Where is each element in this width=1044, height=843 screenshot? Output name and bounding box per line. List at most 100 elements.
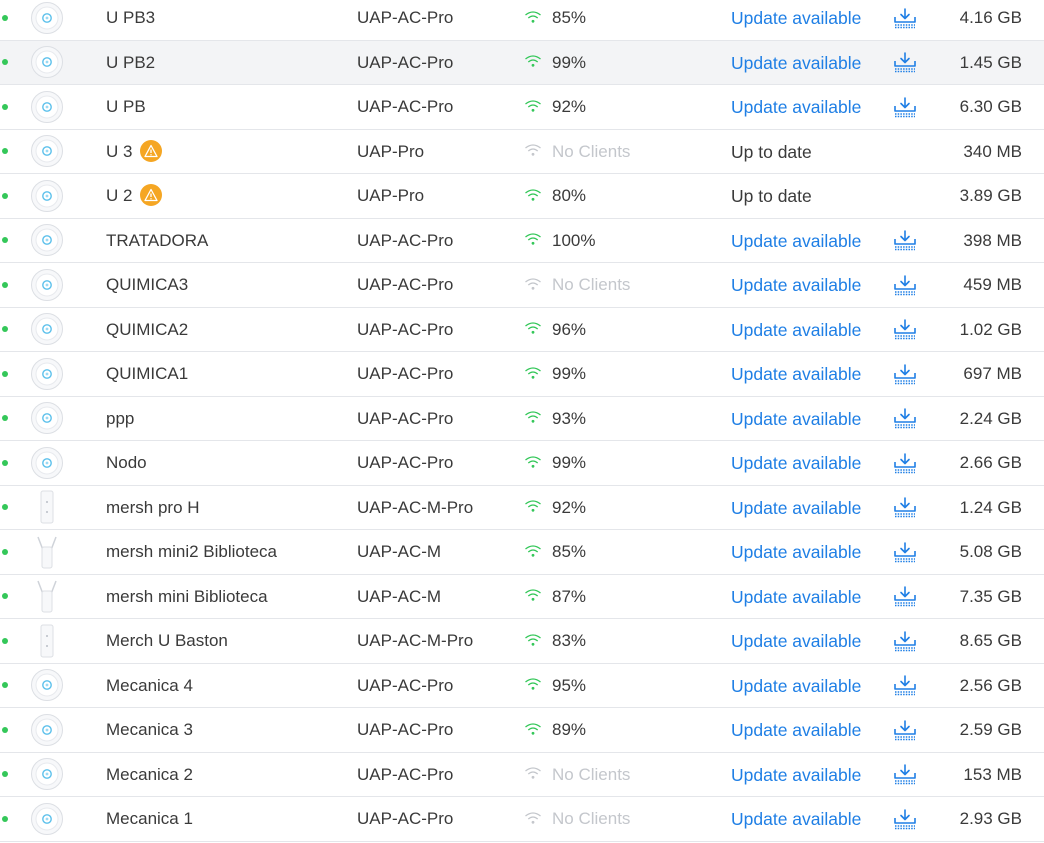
upgrade-icon[interactable] [893,229,917,251]
device-model: UAP-AC-Pro [357,275,454,294]
data-usage: 2.59 GB [959,720,1022,739]
upgrade-icon[interactable] [893,96,917,118]
status-dot [2,815,8,822]
status-dot [2,148,8,155]
update-available-link[interactable]: Update available [731,219,861,263]
device-name[interactable]: QUIMICA1 [106,352,188,396]
device-name[interactable]: Merch U Baston [106,619,228,663]
device-name[interactable]: U 3 [106,130,163,174]
upgrade-icon[interactable] [893,808,917,830]
table-row[interactable]: U 3 UAP-Pro No Clients Up to date 340 MB [0,130,1044,174]
upgrade-icon[interactable] [893,363,917,385]
device-name-text: QUIMICA3 [106,275,189,294]
warning-icon[interactable] [140,184,163,207]
device-name[interactable]: TRATADORA [106,219,208,263]
upgrade-icon[interactable] [893,763,917,785]
device-name[interactable]: QUIMICA3 [106,263,188,307]
device-name[interactable]: mersh mini Biblioteca [106,575,268,619]
upgrade-icon[interactable] [893,585,917,607]
table-row[interactable]: U 2 UAP-Pro 80% Up to date 3.89 GB [0,174,1044,219]
wifi-icon [524,544,542,558]
device-model: UAP-AC-M [357,542,442,561]
upgrade-icon[interactable] [893,274,917,296]
table-row[interactable]: Nodo UAP-AC-Pro 99% Update available 2.66 GB [0,441,1044,486]
table-row[interactable]: mersh mini2 Biblioteca UAP-AC-M 85% Update … [0,530,1044,575]
client-experience: 100% [552,230,596,250]
device-model: UAP-AC-M-Pro [357,497,474,517]
table-row[interactable]: mersh mini Biblioteca UAP-AC-M 87% Update a… [0,575,1044,619]
device-table: U PB3 UAP-AC-Pro 85% Update available 4.16 G… [0,0,1044,843]
upgrade-icon[interactable] [893,496,917,518]
update-available-link[interactable]: Update available [731,753,861,797]
device-name[interactable]: Nodo [106,441,147,485]
device-name[interactable]: U PB [106,85,146,129]
update-available-link[interactable]: Update available [731,575,861,619]
table-row[interactable]: Mecanica 2 UAP-AC-Pro No Clients Update ava… [0,753,1044,797]
update-available-link[interactable]: Update available [731,263,861,307]
table-row[interactable]: U PB UAP-AC-Pro 92% Update available 6.30 GB [0,85,1044,130]
device-name-text: U 2 [106,186,133,205]
table-row[interactable]: Mecanica 3 UAP-AC-Pro 89% Update available 2… [0,708,1044,753]
device-model: UAP-AC-M-Pro [357,631,474,650]
device-name-text: Mecanica 1 [106,809,193,828]
table-row[interactable]: Mecanica 4 UAP-AC-Pro 95% Update available 2… [0,664,1044,708]
data-usage: 459 MB [963,275,1022,294]
device-name[interactable]: mersh pro H [106,486,200,530]
upgrade-icon[interactable] [893,318,917,340]
update-available-link[interactable]: Update available [731,530,861,574]
wifi-icon [524,410,542,424]
device-name[interactable]: Mecanica 4 [106,664,193,708]
uap-ac-pro-icon [30,134,64,168]
update-available-link[interactable]: Update available [731,85,861,129]
table-row[interactable]: U PB3 UAP-AC-Pro 85% Update available 4.16 G… [0,0,1044,41]
device-name-text: ppp [106,408,135,428]
table-row[interactable]: QUIMICA3 UAP-AC-Pro No Clients Update avail… [0,263,1044,308]
uap-ac-pro-icon [30,1,64,35]
device-name[interactable]: ppp [106,397,134,441]
device-name[interactable]: Mecanica 1 [106,797,193,841]
upgrade-icon[interactable] [893,630,917,652]
update-available-link[interactable]: Update available [731,41,861,85]
table-row[interactable]: TRATADORA UAP-AC-Pro 100% Update available 3… [0,219,1044,263]
device-name[interactable]: QUIMICA2 [106,308,188,352]
client-experience: 85% [552,542,587,561]
update-available-link[interactable]: Update available [731,619,861,663]
update-available-link[interactable]: Update available [731,708,861,752]
device-name[interactable]: U PB3 [106,0,155,40]
update-available-link[interactable]: Update available [731,441,861,485]
update-available-link[interactable]: Update available [731,0,861,40]
device-model: UAP-AC-Pro [357,230,454,250]
update-available-link[interactable]: Update available [731,308,861,352]
data-usage: 1.02 GB [959,319,1022,339]
table-row[interactable]: U PB2 UAP-AC-Pro 99% Update available 1.45 G… [0,40,1044,85]
upgrade-icon[interactable] [893,674,917,696]
upgrade-icon[interactable] [893,719,917,741]
update-available-link[interactable]: Update available [731,352,861,396]
table-row[interactable]: ppp UAP-AC-Pro 93% Update available 2.24 GB [0,397,1044,441]
upgrade-icon[interactable] [893,541,917,563]
device-name[interactable]: U 2 [106,174,163,218]
device-name[interactable]: Mecanica 3 [106,708,193,752]
table-row[interactable]: QUIMICA1 UAP-AC-Pro 99% Update available 697… [0,352,1044,397]
update-available-link[interactable]: Update available [731,486,861,530]
warning-icon[interactable] [140,139,163,162]
update-available-link[interactable]: Update available [731,797,861,841]
table-row[interactable]: QUIMICA2 UAP-AC-Pro 96% Update available 1.0… [0,308,1044,352]
upgrade-icon[interactable] [893,7,917,29]
upgrade-icon[interactable] [893,407,917,429]
table-row[interactable]: Mecanica 1 UAP-AC-Pro No Clients Update ava… [0,797,1044,842]
device-model: UAP-AC-Pro [357,8,454,27]
client-experience: 83% [552,631,587,650]
device-name[interactable]: mersh mini2 Biblioteca [106,530,277,574]
upgrade-icon[interactable] [893,51,917,73]
device-name[interactable]: Mecanica 2 [106,753,193,797]
device-model: UAP-AC-Pro [357,364,454,383]
device-name[interactable]: U PB2 [106,41,155,85]
table-row[interactable]: Merch U Baston UAP-AC-M-Pro 83% Update avai… [0,619,1044,664]
update-available-link[interactable]: Update available [731,397,861,441]
device-name-text: U PB [106,97,146,116]
update-available-link[interactable]: Update available [731,664,861,708]
upgrade-icon[interactable] [893,452,917,474]
table-row[interactable]: mersh pro H UAP-AC-M-Pro 92% Update availab… [0,486,1044,530]
status-dot [2,415,8,422]
